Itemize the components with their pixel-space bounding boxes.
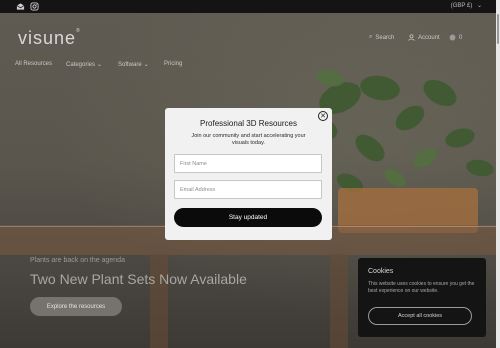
email-icon[interactable]: [16, 2, 25, 11]
email-input[interactable]: Email Address: [174, 180, 322, 199]
newsletter-modal: ✕ Professional 3D Resources Join our com…: [165, 108, 332, 240]
search-button[interactable]: ⌕ Search: [369, 34, 394, 41]
user-icon: [408, 34, 415, 41]
cookie-text: This website uses cookies to ensure you …: [368, 281, 475, 294]
site-logo[interactable]: visune®: [18, 28, 81, 49]
nav-software[interactable]: Software ⌄: [118, 61, 149, 69]
explore-resources-button[interactable]: Explore the resources: [30, 297, 122, 316]
hero-title: Two New Plant Sets Now Available: [30, 271, 247, 287]
search-icon: ⌕: [369, 34, 373, 40]
account-button[interactable]: Account: [408, 34, 440, 41]
cart-count: 0: [459, 34, 463, 41]
chevron-down-icon: ⌄: [476, 3, 482, 9]
hero-kicker: Plants are back on the agenda: [30, 257, 125, 264]
top-bar: (GBP £) ⌄: [0, 0, 500, 13]
modal-description: Join our community and start acceleratin…: [191, 133, 306, 146]
search-label: Search: [375, 34, 395, 41]
account-label: Account: [418, 34, 440, 41]
scrollbar[interactable]: [496, 0, 500, 348]
cookie-title: Cookies: [368, 268, 394, 275]
cookie-banner: Cookies This website uses cookies to ens…: [358, 258, 486, 337]
nav-pricing[interactable]: Pricing: [164, 61, 182, 67]
currency-label: (GBP £): [450, 3, 473, 9]
modal-title: Professional 3D Resources: [200, 119, 297, 128]
nav-categories[interactable]: Categories ⌄: [66, 61, 103, 69]
nav-all-resources[interactable]: All Resources: [15, 61, 52, 67]
chevron-down-icon: ⌄: [97, 62, 103, 68]
accept-cookies-button[interactable]: Accept all cookies: [368, 307, 472, 325]
stay-updated-button[interactable]: Stay updated: [174, 208, 322, 227]
chevron-down-icon: ⌄: [143, 62, 149, 68]
scrollbar-thumb[interactable]: [497, 14, 499, 44]
currency-selector[interactable]: (GBP £) ⌄: [448, 2, 482, 9]
cart-icon: [449, 34, 456, 41]
instagram-icon[interactable]: [30, 2, 39, 11]
first-name-input[interactable]: First Name: [174, 154, 322, 173]
cart-button[interactable]: 0: [449, 34, 462, 41]
